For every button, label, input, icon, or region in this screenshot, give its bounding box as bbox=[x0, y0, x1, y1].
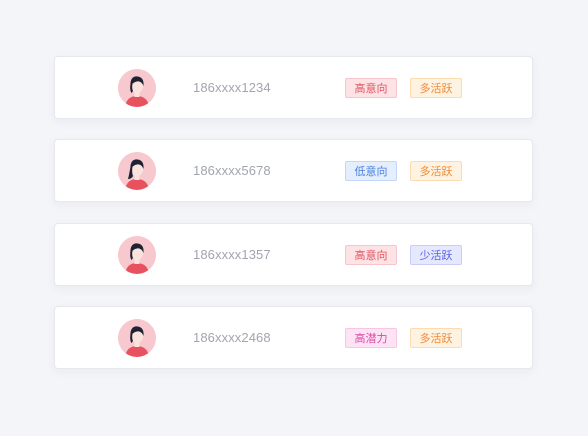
phone-number: 186xxxx1357 bbox=[193, 247, 271, 262]
intent-tag: 高意向 bbox=[345, 245, 397, 265]
user-avatar-icon bbox=[118, 319, 156, 357]
activity-tag: 多活跃 bbox=[410, 78, 462, 98]
activity-tag: 少活跃 bbox=[410, 245, 462, 265]
user-card[interactable]: 186xxxx1234 高意向 多活跃 bbox=[54, 56, 533, 119]
potential-tag: 高潜力 bbox=[345, 328, 397, 348]
activity-tag: 多活跃 bbox=[410, 328, 462, 348]
activity-tag: 多活跃 bbox=[410, 161, 462, 181]
user-avatar-icon bbox=[118, 236, 156, 274]
user-card[interactable]: 186xxxx2468 高潜力 多活跃 bbox=[54, 306, 533, 369]
phone-number: 186xxxx2468 bbox=[193, 330, 271, 345]
user-avatar-icon bbox=[118, 69, 156, 107]
user-card[interactable]: 186xxxx1357 高意向 少活跃 bbox=[54, 223, 533, 286]
phone-number: 186xxxx1234 bbox=[193, 80, 271, 95]
phone-number: 186xxxx5678 bbox=[193, 163, 271, 178]
intent-tag: 高意向 bbox=[345, 78, 397, 98]
user-card[interactable]: 186xxxx5678 低意向 多活跃 bbox=[54, 139, 533, 202]
user-avatar-icon bbox=[118, 152, 156, 190]
intent-tag: 低意向 bbox=[345, 161, 397, 181]
